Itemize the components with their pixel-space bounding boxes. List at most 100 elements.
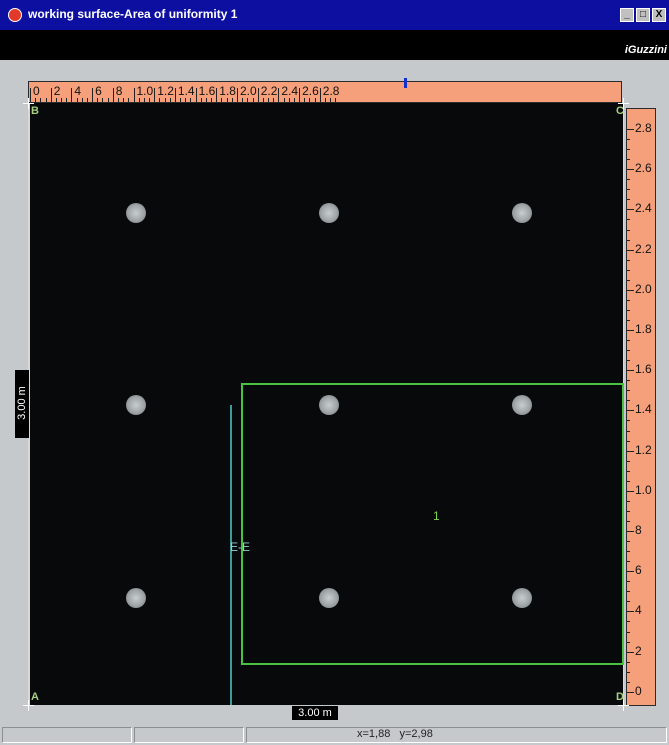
ruler-tick-label: 8 — [115, 84, 123, 98]
ruler-tick-label: 2.6 — [635, 161, 652, 176]
ruler-tick-label: 2.4 — [635, 201, 652, 216]
luminaire-icon[interactable] — [319, 203, 339, 223]
ruler-tick-label: 4 — [74, 84, 82, 98]
vertical-ruler: 2.8 2.6 2.4 2.2 2.0 1.8 1.6 1.4 1.2 1.0 8 6 4 2 0 — [626, 108, 656, 706]
ruler-minor-tick — [76, 98, 78, 102]
uniformity-area-label: 1 — [433, 509, 440, 523]
ruler-tick — [92, 88, 94, 102]
ruler-tick-label: 0 — [635, 683, 642, 698]
ruler-minor-tick — [247, 98, 249, 102]
ruler-minor-tick — [627, 189, 630, 191]
title-bar: working surface-Area of uniformity 1 _ □… — [0, 0, 669, 30]
ruler-minor-tick — [159, 98, 161, 102]
corner-handle-icon[interactable] — [618, 700, 629, 711]
ruler-minor-tick — [627, 229, 630, 231]
ruler-minor-tick — [164, 98, 166, 102]
ruler-minor-tick — [627, 360, 630, 362]
ruler-tick — [154, 88, 156, 102]
ruler-minor-tick — [314, 98, 316, 102]
ruler-tick — [627, 410, 634, 412]
height-dimension: 3.00 m — [15, 370, 29, 438]
ruler-minor-tick — [627, 380, 630, 382]
ruler-tick-label: 6 — [95, 84, 102, 98]
ruler-tick — [627, 330, 634, 331]
ruler-tick-label: 8 — [635, 523, 642, 537]
ruler-minor-tick — [627, 269, 630, 271]
luminaire-icon[interactable] — [126, 203, 146, 223]
ruler-minor-tick — [330, 98, 332, 102]
ruler-minor-tick — [107, 98, 109, 102]
ruler-minor-tick — [627, 510, 630, 512]
luminaire-icon[interactable] — [126, 395, 146, 415]
ruler-minor-tick — [627, 460, 630, 462]
ruler-minor-tick — [627, 561, 630, 563]
ruler-minor-tick — [231, 98, 233, 102]
ruler-tick-label: 1.6 — [198, 84, 216, 98]
ruler-minor-tick — [627, 551, 630, 553]
ruler-minor-tick — [304, 98, 306, 102]
ruler-minor-tick — [123, 98, 125, 102]
ruler-minor-tick — [117, 98, 119, 102]
minimize-button[interactable]: _ — [620, 8, 634, 22]
close-button[interactable]: X — [652, 8, 666, 22]
ruler-minor-tick — [242, 98, 244, 102]
ruler-minor-tick — [627, 149, 630, 151]
ruler-minor-tick — [627, 661, 630, 663]
ruler-minor-tick — [324, 98, 326, 102]
corner-handle-icon[interactable] — [23, 700, 34, 711]
ruler-tick — [237, 88, 238, 102]
ruler-minor-tick — [35, 98, 37, 102]
ruler-minor-tick — [627, 591, 630, 593]
corner-handle-icon[interactable] — [23, 98, 34, 109]
ruler-minor-tick — [627, 139, 630, 141]
ruler-minor-tick — [273, 98, 275, 102]
corner-handle-icon[interactable] — [618, 98, 629, 109]
ruler-minor-tick — [262, 98, 264, 102]
working-surface-plan[interactable]: B C A D 1 E-E — [28, 103, 624, 705]
ruler-minor-tick — [97, 98, 99, 102]
ruler-tick-label: 2.4 — [281, 84, 299, 98]
ruler-tick — [627, 571, 634, 573]
ruler-tick — [627, 209, 634, 211]
ruler-minor-tick — [627, 340, 630, 342]
ruler-minor-tick — [627, 179, 630, 181]
ruler-minor-tick — [627, 159, 630, 161]
window-title: working surface-Area of uniformity 1 — [28, 7, 238, 21]
ruler-tick — [627, 490, 634, 492]
ruler-minor-tick — [268, 98, 270, 102]
ruler-minor-tick — [627, 681, 630, 683]
width-dimension-label: 3.00 m — [292, 706, 338, 720]
luminaire-icon[interactable] — [512, 203, 532, 223]
section-line[interactable] — [230, 405, 232, 705]
ruler-tick — [627, 129, 634, 130]
ruler-minor-tick — [335, 98, 337, 102]
ruler-minor-tick — [102, 98, 104, 102]
ruler-minor-tick — [200, 98, 202, 102]
maximize-button[interactable]: □ — [636, 8, 650, 22]
ruler-tick — [257, 88, 259, 102]
ruler-tick-label: 1.0 — [136, 84, 154, 98]
ruler-minor-tick — [627, 299, 630, 301]
ruler-minor-tick — [627, 641, 630, 643]
ruler-tick — [216, 88, 218, 102]
ruler-minor-tick — [211, 98, 213, 102]
app-icon[interactable] — [8, 8, 22, 22]
ruler-minor-tick — [40, 98, 42, 102]
height-dimension-label: 3.00 m — [16, 386, 28, 420]
ruler-minor-tick — [309, 98, 311, 102]
ruler-tick-label: 1.8 — [635, 322, 652, 336]
ruler-tick-label: 2.2 — [260, 84, 278, 98]
ruler-tick — [112, 88, 114, 102]
ruler-minor-tick — [190, 98, 192, 102]
ruler-minor-tick — [169, 98, 171, 102]
section-label: E-E — [230, 540, 251, 554]
ruler-minor-tick — [185, 98, 187, 102]
ruler-tick-label: 2.0 — [240, 84, 257, 98]
luminaire-icon[interactable] — [126, 588, 146, 608]
uniformity-area-outline[interactable] — [241, 383, 624, 665]
horizontal-ruler: 0 2 4 6 8 1.0 1.2 1.4 1.6 1.8 2.0 2.2 2.4 2.6 2.8 — [28, 81, 622, 103]
brand-bar: iGuzzini — [0, 30, 669, 60]
ruler-tick — [627, 450, 634, 452]
ruler-minor-tick — [128, 98, 130, 102]
ruler-minor-tick — [627, 390, 630, 392]
